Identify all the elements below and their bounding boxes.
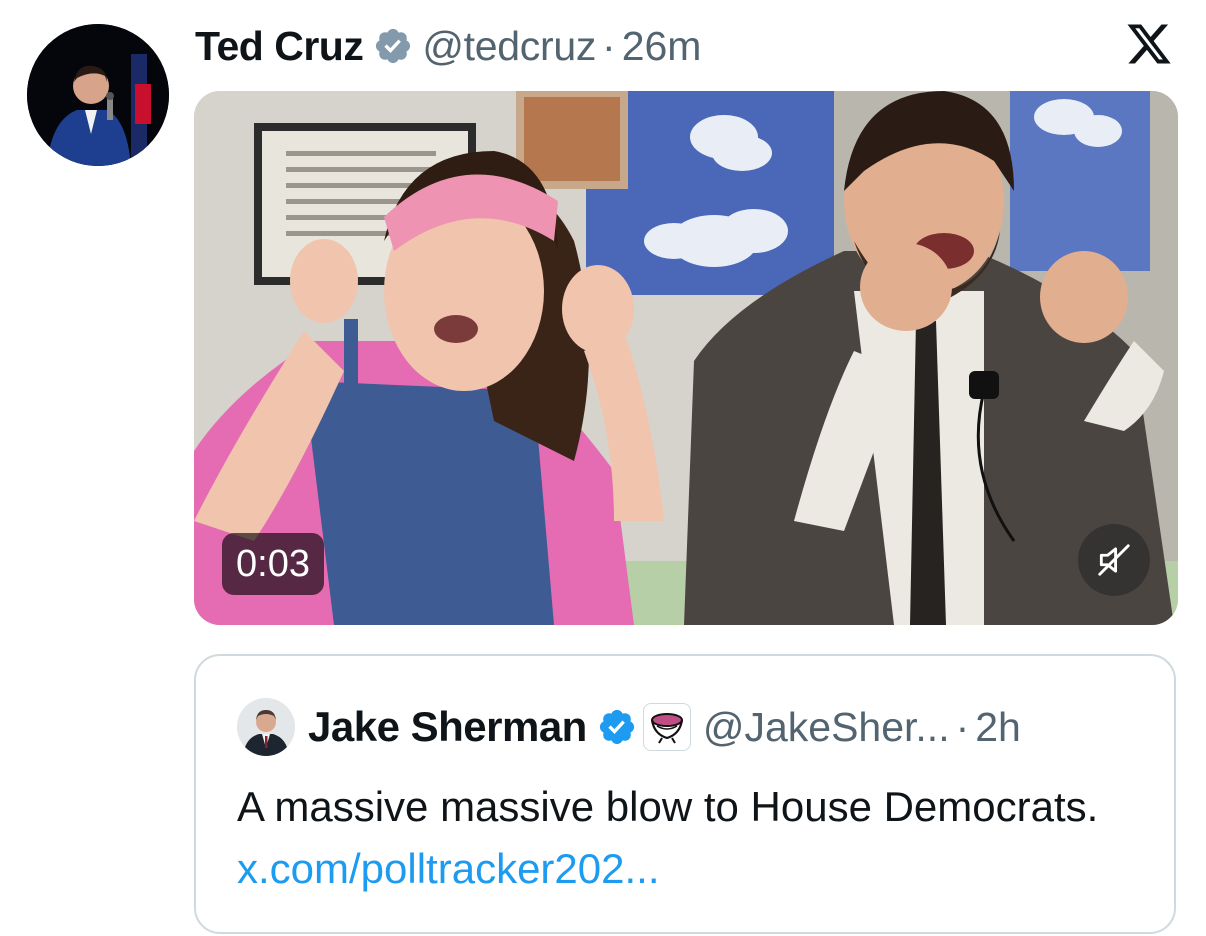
video-frame xyxy=(194,91,1178,625)
quoted-tweet-timestamp[interactable]: 2h xyxy=(975,704,1021,751)
tweet-timestamp[interactable]: 26m xyxy=(622,23,702,70)
author-avatar[interactable] xyxy=(27,24,169,166)
author-handle[interactable]: @tedcruz xyxy=(422,23,596,70)
quoted-tweet-link[interactable]: x.com/polltracker202... xyxy=(237,845,660,892)
quoted-tweet-header: Jake Sherman @JakeSher... · 2h xyxy=(308,696,1021,758)
quoted-tweet-text: A massive massive blow to House Democrat… xyxy=(237,776,1157,900)
separator-dot: · xyxy=(955,703,970,750)
quoted-author-name[interactable]: Jake Sherman xyxy=(308,703,587,751)
muted-speaker-icon xyxy=(1098,544,1130,576)
mute-button[interactable] xyxy=(1078,524,1150,596)
quoted-tweet-card[interactable]: Jake Sherman @JakeSher... · 2h A massive… xyxy=(194,654,1176,934)
video-player[interactable]: 0:03 xyxy=(194,91,1178,625)
quoted-avatar-image xyxy=(237,698,295,756)
quoted-tweet-body: A massive massive blow to House Democrat… xyxy=(237,783,1099,830)
tweet-header: Ted Cruz @tedcruz · 26m xyxy=(195,18,701,74)
video-duration: 0:03 xyxy=(222,533,324,595)
affiliate-org-badge-icon[interactable] xyxy=(642,703,691,751)
x-logo-icon xyxy=(1127,24,1171,64)
author-name[interactable]: Ted Cruz xyxy=(195,23,364,70)
verified-badge-icon[interactable] xyxy=(597,707,637,747)
verified-badge-icon[interactable] xyxy=(373,26,413,66)
quoted-author-handle[interactable]: @JakeSher... xyxy=(703,704,950,751)
separator-dot: · xyxy=(602,22,616,69)
quoted-author-avatar[interactable] xyxy=(237,698,295,756)
affiliate-logo-image xyxy=(650,713,683,744)
avatar-image xyxy=(27,24,169,166)
